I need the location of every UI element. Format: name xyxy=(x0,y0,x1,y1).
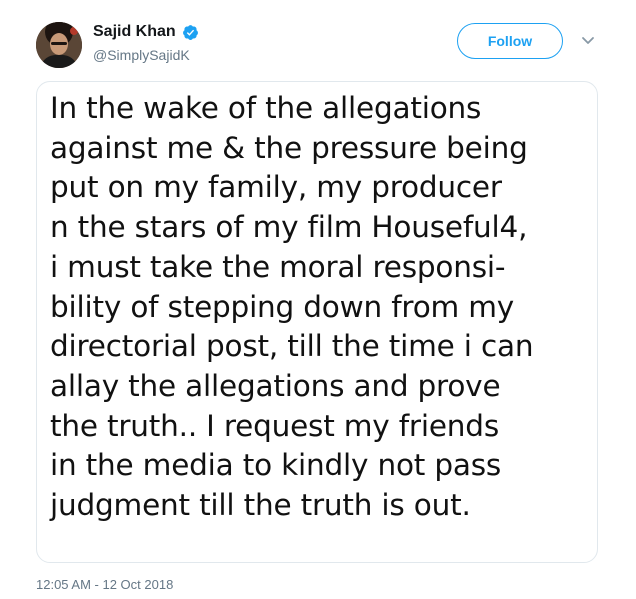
chevron-down-icon[interactable] xyxy=(581,36,595,46)
image-text-line: allay the allegations and prove xyxy=(50,368,501,403)
tweet-image-text: In the wake of the allegations against m… xyxy=(50,89,595,526)
image-text-line: judgment till the truth is out. xyxy=(50,488,471,523)
user-display-name[interactable]: Sajid Khan xyxy=(93,23,176,41)
tweet-timestamp[interactable]: 12:05 AM - 12 Oct 2018 xyxy=(36,577,173,592)
verified-badge-icon xyxy=(182,24,199,41)
image-text-line: the truth.. I request my friends xyxy=(50,408,499,443)
image-text-line: In the wake of the allegations xyxy=(50,91,482,125)
avatar[interactable] xyxy=(36,22,82,68)
user-name-row: Sajid Khan xyxy=(93,23,199,41)
tweet-card: Sajid Khan @SimplySajidK Follow In the w… xyxy=(0,0,636,599)
image-text-line: i must take the moral responsi- xyxy=(50,249,506,284)
tweet-image[interactable]: In the wake of the allegations against m… xyxy=(36,81,598,563)
image-text-line: in the media to kindly not pass xyxy=(50,448,502,483)
image-text-line: against me & the pressure being xyxy=(50,130,528,165)
image-text-line: bility of stepping down from my xyxy=(50,289,515,324)
image-text-line: directorial post, till the time i can xyxy=(50,329,534,364)
image-text-line: n the stars of my film Houseful4, xyxy=(50,210,528,245)
avatar-image xyxy=(36,22,82,68)
image-text-line: put on my family, my producer xyxy=(50,170,502,205)
follow-button[interactable]: Follow xyxy=(457,23,563,59)
user-handle[interactable]: @SimplySajidK xyxy=(93,47,190,63)
